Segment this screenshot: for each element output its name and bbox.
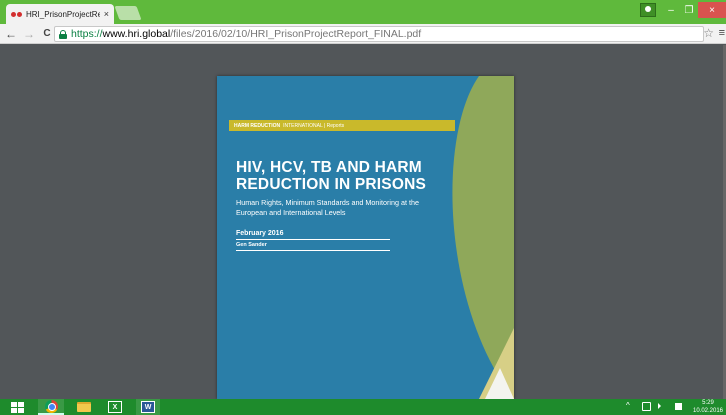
reload-button[interactable]: C: [40, 26, 54, 42]
clock-date: 10.02.2016: [692, 408, 724, 414]
series-label: INTERNATIONAL | Reports: [283, 122, 345, 129]
forward-button[interactable]: →: [22, 26, 36, 42]
excel-taskbar-button[interactable]: X: [104, 399, 126, 415]
browser-tab-strip: HRI_PrisonProjectReport_ × – ❐ ×: [0, 0, 726, 24]
pdf-viewer[interactable]: HARM REDUCTION INTERNATIONAL | Reports H…: [0, 45, 726, 399]
tray-chevron-icon[interactable]: ^: [626, 401, 630, 410]
browser-tab[interactable]: HRI_PrisonProjectReport_ ×: [6, 4, 114, 24]
word-taskbar-button[interactable]: W: [136, 399, 160, 415]
clock-time: 5:29: [702, 400, 714, 406]
new-tab-button[interactable]: [114, 6, 142, 20]
hri-favicon-icon: [11, 11, 22, 17]
start-button[interactable]: [6, 399, 28, 415]
bookmark-star-icon[interactable]: ☆: [703, 26, 714, 40]
report-title: HIV, HCV, TB AND HARM REDUCTION IN PRISO…: [236, 159, 427, 193]
pdf-page: HARM REDUCTION INTERNATIONAL | Reports H…: [217, 76, 514, 399]
minimize-button[interactable]: –: [662, 2, 680, 18]
tab-title: HRI_PrisonProjectReport_: [26, 9, 100, 19]
chrome-taskbar-button[interactable]: [38, 399, 64, 415]
volume-icon[interactable]: [658, 403, 661, 409]
browser-toolbar: ← → C https:// www.hri.global /files/201…: [0, 24, 726, 44]
profile-icon[interactable]: [640, 3, 656, 17]
network-icon[interactable]: [642, 402, 651, 411]
address-bar[interactable]: https:// www.hri.global /files/2016/02/1…: [54, 26, 704, 42]
report-subtitle: Human Rights, Minimum Standards and Moni…: [236, 198, 419, 217]
chrome-icon: [44, 399, 58, 413]
report-date: February 2016: [236, 230, 390, 240]
url-scheme: https://: [71, 28, 103, 40]
word-icon: W: [141, 401, 155, 413]
windows-logo-icon: [10, 401, 24, 413]
report-author: Gen Sander: [236, 242, 390, 251]
maximize-button[interactable]: ❐: [680, 2, 698, 18]
url-path: /files/2016/02/10/HRI_PrisonProjectRepor…: [170, 28, 422, 40]
menu-icon[interactable]: ≡: [719, 27, 725, 39]
file-explorer-taskbar-button[interactable]: [72, 399, 96, 415]
system-clock[interactable]: 5:29 10.02.2016: [690, 399, 726, 415]
excel-icon: X: [108, 401, 122, 413]
taskbar: X W ^ 5:29 10.02.2016: [0, 399, 726, 415]
series-name: HARM REDUCTION: [234, 122, 281, 129]
folder-icon: [77, 402, 91, 412]
url-host: www.hri.global: [102, 28, 171, 40]
window-controls: – ❐ ×: [640, 0, 726, 20]
back-button[interactable]: ←: [4, 26, 18, 42]
lock-icon[interactable]: [59, 29, 67, 39]
close-window-button[interactable]: ×: [698, 2, 726, 18]
action-center-flag-icon[interactable]: [675, 403, 682, 410]
tab-close-icon[interactable]: ×: [104, 9, 109, 19]
series-banner: HARM REDUCTION INTERNATIONAL | Reports: [229, 120, 455, 131]
